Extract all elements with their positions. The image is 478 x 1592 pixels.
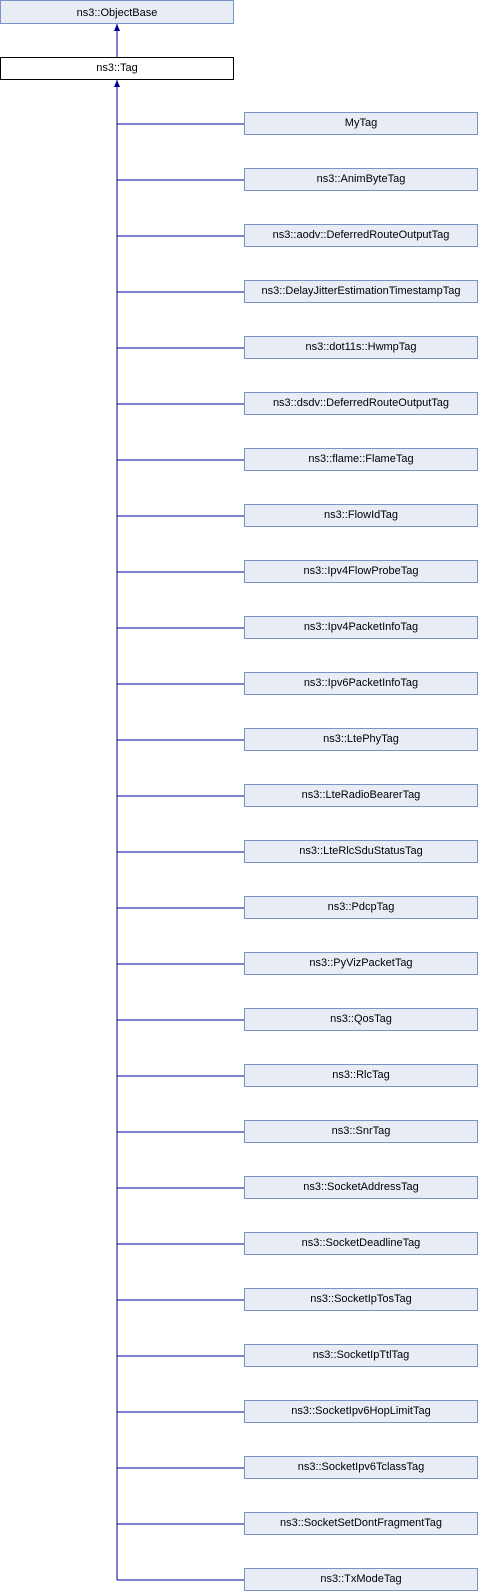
node-child[interactable]: ns3::AnimByteTag xyxy=(244,168,478,191)
node-child[interactable]: ns3::aodv::DeferredRouteOutputTag xyxy=(244,224,478,247)
node-child[interactable]: ns3::dot11s::HwmpTag xyxy=(244,336,478,359)
node-child[interactable]: ns3::TxModeTag xyxy=(244,1568,478,1591)
node-child[interactable]: ns3::PyVizPacketTag xyxy=(244,952,478,975)
node-child[interactable]: ns3::Ipv4FlowProbeTag xyxy=(244,560,478,583)
node-child[interactable]: ns3::Ipv4PacketInfoTag xyxy=(244,616,478,639)
arrow-head-icon xyxy=(114,24,120,31)
arrow-head-icon xyxy=(114,80,120,87)
node-child[interactable]: ns3::Ipv6PacketInfoTag xyxy=(244,672,478,695)
node-child[interactable]: ns3::DelayJitterEstimationTimestampTag xyxy=(244,280,478,303)
node-child[interactable]: ns3::RlcTag xyxy=(244,1064,478,1087)
node-child[interactable]: ns3::SocketIpv6HopLimitTag xyxy=(244,1400,478,1423)
node-child[interactable]: ns3::LteRadioBearerTag xyxy=(244,784,478,807)
node-child[interactable]: ns3::SocketSetDontFragmentTag xyxy=(244,1512,478,1535)
node-child[interactable]: ns3::SocketIpTtlTag xyxy=(244,1344,478,1367)
node-tag-current: ns3::Tag xyxy=(0,57,234,80)
node-object-base[interactable]: ns3::ObjectBase xyxy=(0,0,234,24)
node-child[interactable]: MyTag xyxy=(244,112,478,135)
node-child[interactable]: ns3::flame::FlameTag xyxy=(244,448,478,471)
node-child[interactable]: ns3::SocketIpv6TclassTag xyxy=(244,1456,478,1479)
node-child[interactable]: ns3::LtePhyTag xyxy=(244,728,478,751)
node-child[interactable]: ns3::QosTag xyxy=(244,1008,478,1031)
node-child[interactable]: ns3::SocketIpTosTag xyxy=(244,1288,478,1311)
node-child[interactable]: ns3::SnrTag xyxy=(244,1120,478,1143)
node-child[interactable]: ns3::SocketAddressTag xyxy=(244,1176,478,1199)
node-child[interactable]: ns3::dsdv::DeferredRouteOutputTag xyxy=(244,392,478,415)
node-child[interactable]: ns3::SocketDeadlineTag xyxy=(244,1232,478,1255)
node-child[interactable]: ns3::FlowIdTag xyxy=(244,504,478,527)
node-child[interactable]: ns3::LteRlcSduStatusTag xyxy=(244,840,478,863)
node-child[interactable]: ns3::PdcpTag xyxy=(244,896,478,919)
